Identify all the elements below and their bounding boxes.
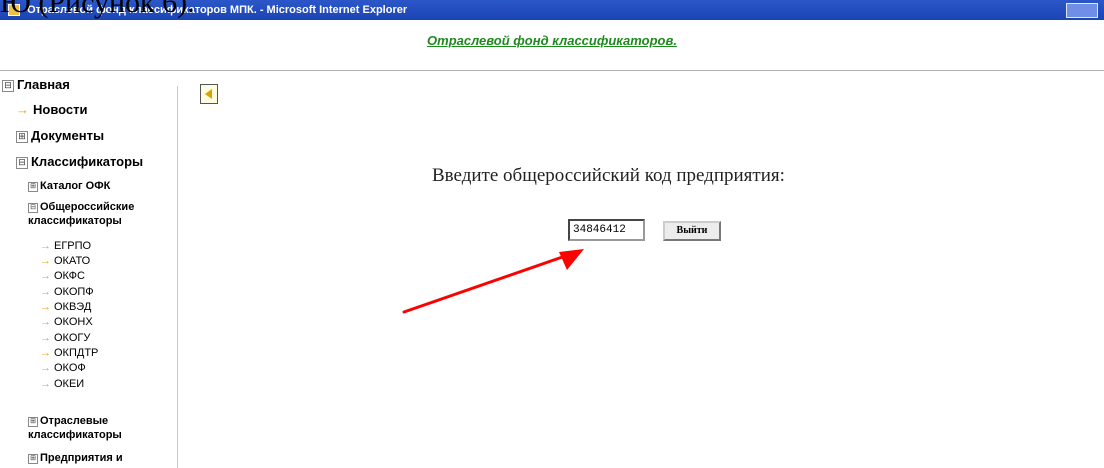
- orange-arrow-icon: →: [40, 240, 51, 252]
- sidebar-item-label: Главная: [17, 77, 70, 92]
- sidebar-sub-label: Общероссийские классификаторы: [28, 201, 135, 227]
- classifier-link[interactable]: → ОКЕИ: [40, 378, 84, 390]
- sidebar-sub-catalog[interactable]: ⊞ Каталог ОФК: [28, 179, 110, 193]
- classifier-link[interactable]: → ОКАТО: [40, 255, 90, 267]
- enterprise-code-input[interactable]: [568, 219, 645, 241]
- sidebar-sub-enterprises[interactable]: ⊞ Предприятия и: [28, 451, 123, 465]
- orange-arrow-icon: →: [16, 102, 29, 117]
- window-controls[interactable]: [1066, 3, 1098, 18]
- sidebar-sub-label: Предприятия и: [40, 452, 123, 464]
- back-button[interactable]: [200, 84, 218, 104]
- tree-expand-icon[interactable]: ⊞: [28, 182, 38, 192]
- orange-arrow-icon: →: [40, 316, 51, 328]
- sidebar: ⊟ Главная → Новости ⊞ Документы ⊟ Классифика…: [0, 72, 178, 468]
- orange-arrow-icon: →: [40, 378, 51, 390]
- classifier-link[interactable]: → ОКОНХ: [40, 316, 93, 328]
- orange-arrow-icon: →: [40, 362, 51, 374]
- banner-link[interactable]: Отраслевой фонд классификаторов.: [0, 33, 1104, 48]
- code-prompt: Введите общероссийский код предприятия:: [432, 165, 785, 186]
- orange-arrow-icon: →: [40, 270, 51, 282]
- sidebar-sub-all-russian[interactable]: ⊟ Общероссийские классификаторы: [28, 200, 173, 228]
- document-caption: Ю (Рисунок 6).: [0, 0, 195, 19]
- classifier-link[interactable]: → ОКОФ: [40, 362, 86, 374]
- orange-arrow-icon: →: [40, 347, 51, 359]
- tree-expand-icon[interactable]: ⊞: [28, 454, 38, 464]
- sidebar-item-news[interactable]: → Новости: [16, 102, 88, 117]
- tree-expand-icon[interactable]: ⊞: [28, 417, 38, 427]
- back-arrow-icon: [205, 89, 212, 99]
- sidebar-divider: [177, 86, 178, 468]
- classifier-link[interactable]: → ЕГРПО: [40, 240, 91, 252]
- banner-divider: [0, 70, 1104, 71]
- sidebar-item-label: Документы: [31, 128, 105, 143]
- tree-collapse-icon[interactable]: ⊟: [16, 157, 28, 169]
- orange-arrow-icon: →: [40, 255, 51, 267]
- red-arrow-head: [559, 249, 584, 270]
- tree-collapse-icon[interactable]: ⊟: [28, 203, 38, 213]
- orange-arrow-icon: →: [40, 286, 51, 298]
- tree-collapse-icon[interactable]: ⊟: [2, 80, 14, 92]
- sidebar-sub-industry[interactable]: ⊞ Отраслевые классификаторы: [28, 414, 173, 442]
- sidebar-item-home[interactable]: ⊟ Главная: [2, 77, 70, 92]
- orange-arrow-icon: →: [40, 332, 51, 344]
- classifier-link[interactable]: → ОКФС: [40, 270, 85, 282]
- sidebar-item-label: Классификаторы: [31, 154, 144, 169]
- tree-expand-icon[interactable]: ⊞: [16, 131, 28, 143]
- sidebar-item-documents[interactable]: ⊞ Документы: [16, 128, 104, 143]
- submit-button[interactable]: Выйти: [663, 221, 721, 241]
- sidebar-item-classifiers[interactable]: ⊟ Классификаторы: [16, 154, 143, 169]
- classifier-link[interactable]: → ОКОПФ: [40, 286, 94, 298]
- orange-arrow-icon: →: [40, 301, 51, 313]
- classifier-link[interactable]: → ОКОГУ: [40, 332, 90, 344]
- site-banner: Отраслевой фонд классификаторов.: [0, 20, 1104, 72]
- red-arrow-shaft: [402, 251, 576, 314]
- sidebar-sub-label: Каталог ОФК: [40, 180, 111, 192]
- sidebar-sub-label: Отраслевые классификаторы: [28, 415, 122, 441]
- sidebar-item-label: Новости: [33, 102, 88, 117]
- classifier-link[interactable]: → ОКПДТР: [40, 347, 98, 359]
- classifier-link[interactable]: → ОКВЭД: [40, 301, 91, 313]
